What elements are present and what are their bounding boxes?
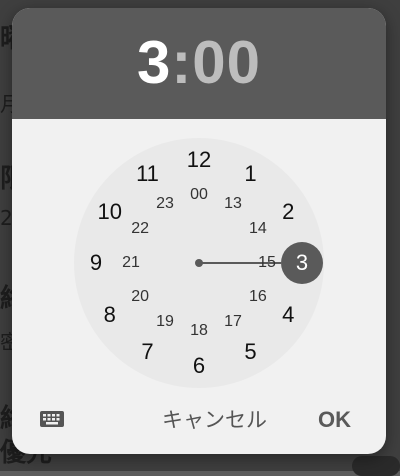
clock-hour-3[interactable]: 3 (296, 250, 308, 276)
background-toggle (352, 456, 400, 476)
minute-display[interactable]: 00 (192, 29, 261, 96)
time-header: 3:00 (12, 8, 386, 119)
background-text: 2 (0, 206, 13, 230)
clock-hour-2[interactable]: 2 (282, 199, 294, 225)
clock-hour-14[interactable]: 14 (249, 220, 267, 238)
time-separator: : (171, 29, 193, 96)
clock-hour-00[interactable]: 00 (190, 186, 208, 204)
ok-button[interactable]: OK (318, 400, 351, 440)
clock-hour-16[interactable]: 16 (249, 288, 267, 306)
clock-hour-1[interactable]: 1 (244, 161, 256, 187)
hour-display[interactable]: 3 (137, 29, 171, 96)
clock-hour-15[interactable]: 15 (258, 254, 276, 272)
clock-hour-22[interactable]: 22 (131, 220, 149, 238)
clock-hour-8[interactable]: 8 (104, 302, 116, 328)
keyboard-mode-button[interactable] (38, 406, 66, 432)
clock-hour-4[interactable]: 4 (282, 302, 294, 328)
clock-hour-18[interactable]: 18 (190, 322, 208, 340)
clock-hand-layer (195, 242, 323, 284)
clock-hour-21[interactable]: 21 (122, 254, 140, 272)
clock-hour-23[interactable]: 23 (156, 195, 174, 213)
clock-hour-12[interactable]: 12 (187, 147, 211, 173)
clock-hour-10[interactable]: 10 (98, 199, 122, 225)
clock-hour-5[interactable]: 5 (244, 339, 256, 365)
time-display: 3:00 (12, 30, 386, 96)
clock-face[interactable]: 12 1 2 3 4 5 6 7 8 9 10 11 00 13 14 15 16 17 18 19 20 21 22 23 (74, 138, 324, 388)
clock-center-dot (195, 259, 203, 267)
time-picker-dialog: 3:00 12 1 2 3 4 5 6 7 8 9 10 11 00 13 14 15 16 17 18 19 20 21… (12, 8, 386, 454)
clock-hour-13[interactable]: 13 (224, 195, 242, 213)
clock-hour-6[interactable]: 6 (193, 353, 205, 379)
clock-hour-7[interactable]: 7 (141, 339, 153, 365)
clock-hour-11[interactable]: 11 (136, 161, 159, 187)
clock-hour-9[interactable]: 9 (90, 250, 102, 276)
cancel-button[interactable]: キャンセル (162, 400, 267, 440)
clock-hour-20[interactable]: 20 (131, 288, 149, 306)
clock-hour-17[interactable]: 17 (224, 313, 242, 331)
clock-hour-19[interactable]: 19 (156, 313, 174, 331)
keyboard-icon (40, 411, 64, 427)
